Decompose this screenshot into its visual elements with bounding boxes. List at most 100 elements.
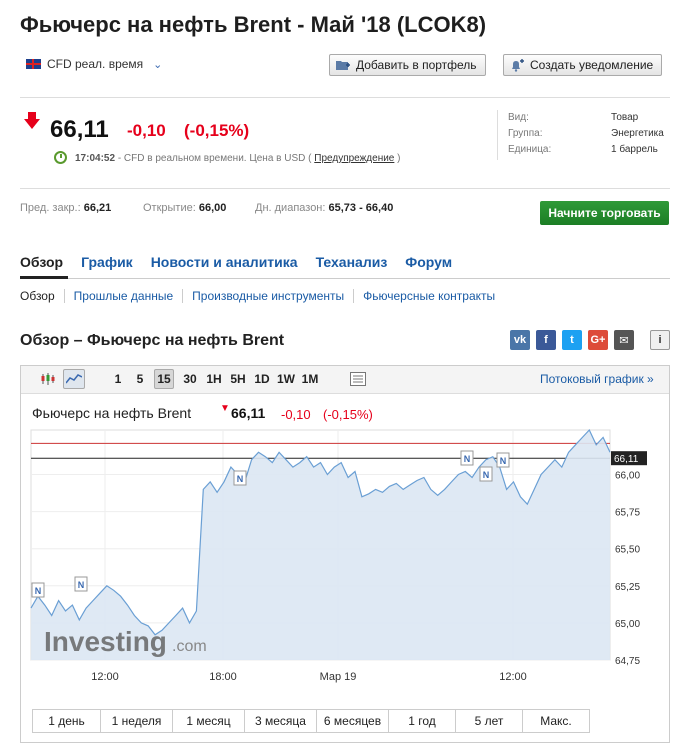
tab-overview[interactable]: Обзор: [20, 254, 63, 270]
active-tab-indicator: [20, 276, 68, 279]
tab-chart[interactable]: График: [81, 254, 133, 270]
twitter-icon[interactable]: t: [562, 330, 582, 350]
range-button-0[interactable]: 1 день: [32, 709, 101, 733]
range-button-4[interactable]: 6 месяцев: [316, 709, 389, 733]
range-button-3[interactable]: 3 месяца: [244, 709, 317, 733]
interval-1w-button[interactable]: 1W: [275, 369, 297, 389]
news-marker-icon[interactable]: N: [233, 470, 247, 486]
chart-price: 66,11: [231, 405, 266, 421]
email-icon[interactable]: ✉: [614, 330, 634, 350]
range-selector: 1 день 1 неделя 1 месяц 3 месяца 6 месяцев 1 …: [32, 709, 590, 733]
subtab-futures[interactable]: Фьючерсные контракты: [353, 289, 504, 303]
info-separator: [497, 110, 498, 160]
header-divider: [20, 97, 670, 98]
chevron-down-icon: ⌄: [153, 58, 163, 71]
candlestick-icon[interactable]: [37, 369, 59, 389]
interval-1d-button[interactable]: 1D: [251, 369, 273, 389]
disclaimer-link[interactable]: Предупреждение: [314, 153, 394, 164]
interval-5-button[interactable]: 5: [133, 369, 147, 389]
create-alert-label: Создать уведомление: [530, 58, 654, 72]
news-marker-icon[interactable]: N: [496, 452, 510, 468]
type-value: Товар: [611, 112, 639, 123]
arrow-down-icon: [24, 112, 40, 129]
cfd-selector[interactable]: CFD реал. время ⌄: [26, 57, 162, 71]
unit-value: 1 баррель: [611, 144, 658, 155]
add-to-portfolio-label: Добавить в портфель: [356, 58, 477, 72]
open-value: 66,00: [198, 202, 227, 214]
open-label: Открытие:: [143, 202, 196, 214]
cfd-label: CFD реал. время: [47, 57, 144, 71]
prev-close-value: 66,21: [83, 202, 112, 214]
y-tick-label: 65,00: [615, 619, 640, 630]
clock-icon: [54, 151, 67, 164]
last-price: 66,11: [50, 116, 109, 143]
google-plus-icon[interactable]: G+: [588, 330, 608, 350]
tab-news[interactable]: Новости и аналитика: [151, 254, 298, 270]
overview-title: Обзор – Фьючерс на нефть Brent: [20, 332, 285, 349]
down-arrow-icon: ▼: [220, 403, 230, 414]
x-tick-label: 18:00: [209, 671, 237, 683]
interval-1m-button[interactable]: 1M: [299, 369, 321, 389]
svg-text:N: N: [78, 580, 85, 590]
facebook-icon[interactable]: f: [536, 330, 556, 350]
day-range-value: 65,73 - 66,40: [328, 202, 394, 214]
y-tick-label: 65,50: [615, 545, 640, 556]
y-tick-label: 66,00: [615, 471, 640, 482]
interval-1-button[interactable]: 1: [111, 369, 125, 389]
y-tick-label: 65,75: [615, 508, 640, 519]
vk-icon[interactable]: vk: [510, 330, 530, 350]
price-change-percent: (-0,15%): [184, 121, 250, 140]
interval-1h-button[interactable]: 1H: [203, 369, 225, 389]
chart-title: Фьючерс на нефть Brent: [32, 405, 192, 421]
range-button-5[interactable]: 1 год: [388, 709, 456, 733]
interval-5h-button[interactable]: 5H: [227, 369, 249, 389]
svg-text:N: N: [237, 474, 244, 484]
news-marker-icon[interactable]: N: [31, 582, 45, 598]
tab-forum[interactable]: Форум: [405, 254, 452, 270]
quote-time: 17:04:52: [75, 153, 116, 164]
unit-label: Единица:: [508, 144, 552, 155]
range-button-1[interactable]: 1 неделя: [100, 709, 173, 733]
page-title: Фьючерс на нефть Brent - Май '18 (LCOK8): [20, 12, 487, 37]
info-icon[interactable]: i: [650, 330, 670, 350]
range-button-2[interactable]: 1 месяц: [172, 709, 245, 733]
interval-30-button[interactable]: 30: [180, 369, 200, 389]
svg-text:N: N: [35, 586, 42, 596]
tabs-underline: [20, 278, 670, 279]
day-range: Дн. диапазон: 65,73 - 66,40: [255, 202, 393, 214]
subtab-historical[interactable]: Прошлые данные: [63, 289, 182, 303]
price-chart[interactable]: 66,00 65,75 65,50 65,25 65,00 64,75 12:00 18:00…: [20, 425, 670, 687]
svg-text:N: N: [483, 470, 490, 480]
subtab-overview[interactable]: Обзор: [20, 289, 64, 303]
investing-watermark: Investing: [44, 626, 167, 657]
investing-watermark-suffix: .com: [172, 638, 207, 655]
x-tick-label: 12:00: [91, 671, 119, 683]
uk-flag-icon: [26, 59, 41, 69]
add-to-portfolio-button[interactable]: Добавить в портфель: [329, 54, 486, 76]
type-label: Вид:: [508, 112, 529, 123]
area-chart-icon[interactable]: [63, 369, 85, 389]
news-marker-icon[interactable]: N: [460, 450, 474, 466]
stream-chart-link[interactable]: Потоковый график »: [540, 372, 654, 386]
x-tick-label: Мар 19: [320, 671, 357, 683]
y-tick-label: 64,75: [615, 656, 640, 667]
svg-text:N: N: [464, 454, 471, 464]
tab-technical[interactable]: Теханализ: [316, 254, 388, 270]
range-button-6[interactable]: 5 лет: [455, 709, 523, 733]
subtab-derivatives[interactable]: Производные инструменты: [182, 289, 353, 303]
interval-15-button[interactable]: 15: [154, 369, 174, 389]
main-tabs: Обзор График Новости и аналитика Теханал…: [20, 254, 470, 270]
range-button-7[interactable]: Макс.: [522, 709, 590, 733]
price-change: -0,10: [127, 121, 166, 140]
bell-plus-icon: [510, 58, 524, 72]
realtime-close: ): [397, 153, 401, 164]
news-marker-icon[interactable]: N: [74, 576, 88, 592]
folder-plus-icon: [336, 59, 350, 72]
create-alert-button[interactable]: Создать уведомление: [503, 54, 663, 76]
chart-settings-icon[interactable]: [347, 369, 369, 389]
news-marker-icon[interactable]: N: [479, 466, 493, 482]
svg-text:N: N: [500, 456, 507, 466]
start-trading-button[interactable]: Начните торговать: [540, 201, 669, 225]
group-label: Группа:: [508, 128, 543, 139]
open-price: Открытие: 66,00: [143, 202, 226, 214]
